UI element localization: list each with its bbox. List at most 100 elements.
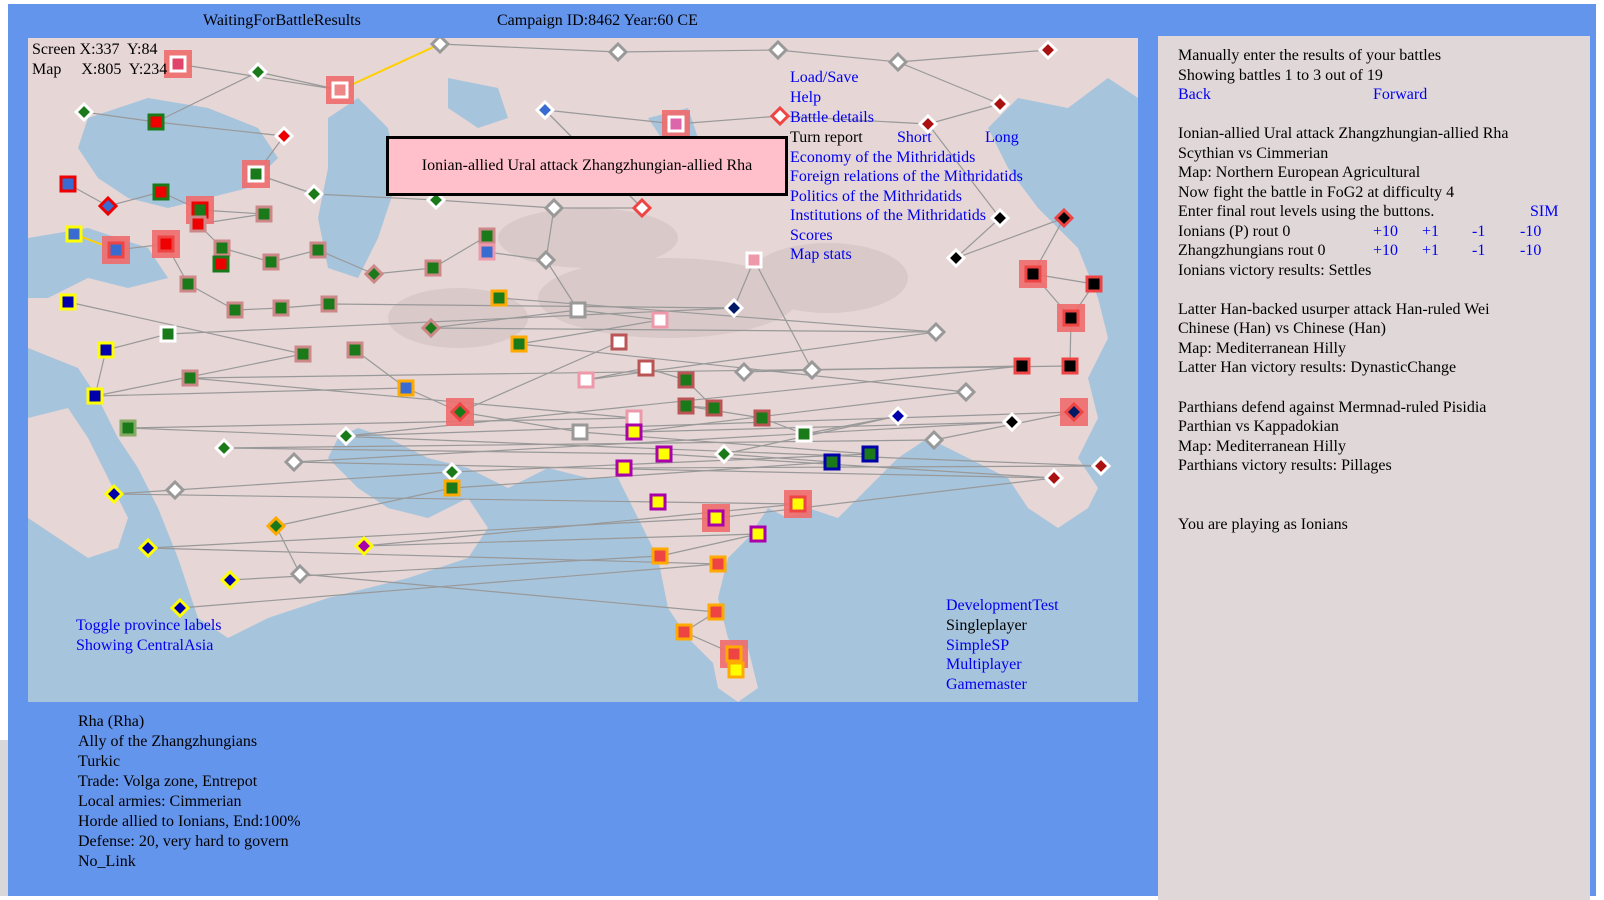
province-marker[interactable]	[577, 371, 595, 389]
province-marker[interactable]	[649, 493, 667, 511]
province-marker[interactable]	[255, 205, 273, 223]
row1-plus1-button[interactable]: +1	[1422, 222, 1439, 242]
province-marker[interactable]	[320, 295, 338, 313]
province-marker[interactable]	[702, 504, 730, 532]
province-marker[interactable]	[615, 459, 633, 477]
province-marker[interactable]	[571, 423, 589, 441]
turn-report-short-link[interactable]: Short	[897, 128, 932, 148]
province-marker[interactable]	[709, 555, 727, 573]
province-marker[interactable]	[1013, 357, 1031, 375]
load-save-link[interactable]: Load/Save	[790, 68, 858, 88]
province-marker[interactable]	[749, 525, 767, 543]
province-marker[interactable]	[226, 301, 244, 319]
sim-button[interactable]: SIM	[1530, 202, 1558, 222]
province-marker[interactable]	[1053, 207, 1075, 229]
province-marker[interactable]	[1060, 398, 1088, 426]
province-marker[interactable]	[795, 425, 813, 443]
province-marker[interactable]	[147, 113, 165, 131]
province-marker[interactable]	[637, 359, 655, 377]
map-view-label[interactable]: Showing CentralAsia	[76, 636, 213, 656]
province-marker[interactable]	[1019, 260, 1047, 288]
foreign-relations-link[interactable]: Foreign relations of the Mithridatids	[790, 167, 1023, 187]
mode-gamemaster-link[interactable]: Gamemaster	[946, 675, 1027, 695]
province-marker[interactable]	[59, 293, 77, 311]
politics-link[interactable]: Politics of the Mithridatids	[790, 187, 962, 207]
province-marker[interactable]	[309, 241, 327, 259]
province-marker[interactable]	[86, 387, 104, 405]
province-marker[interactable]	[727, 661, 745, 679]
province-marker[interactable]	[272, 299, 290, 317]
province-marker[interactable]	[326, 76, 354, 104]
province-marker[interactable]	[179, 275, 197, 293]
map-stats-link[interactable]: Map stats	[790, 245, 852, 265]
province-marker[interactable]	[424, 259, 442, 277]
province-marker[interactable]	[490, 289, 508, 307]
mode-multiplayer-link[interactable]: Multiplayer	[946, 655, 1022, 675]
province-marker[interactable]	[625, 409, 643, 427]
province-marker[interactable]	[707, 603, 725, 621]
province-marker[interactable]	[625, 423, 643, 441]
province-marker[interactable]	[181, 369, 199, 387]
economy-link[interactable]: Economy of the Mithridatids	[790, 148, 975, 168]
row1-minus10-button[interactable]: -10	[1520, 222, 1541, 242]
province-marker[interactable]	[102, 236, 130, 264]
toggle-province-labels-link[interactable]: Toggle province labels	[76, 616, 222, 636]
province-marker[interactable]	[137, 537, 159, 559]
province-marker[interactable]	[478, 243, 496, 261]
province-marker[interactable]	[59, 175, 77, 193]
strategic-map[interactable]: Screen X:337 Y:84 Map X:805 Y:234 Load/S…	[28, 38, 1138, 702]
province-marker[interactable]	[655, 445, 673, 463]
province-marker[interactable]	[569, 301, 587, 319]
province-marker[interactable]	[745, 251, 763, 269]
row2-minus10-button[interactable]: -10	[1520, 241, 1541, 261]
province-marker[interactable]	[861, 445, 879, 463]
mode-development-link[interactable]: DevelopmentTest	[946, 596, 1059, 616]
province-marker[interactable]	[651, 311, 669, 329]
province-marker[interactable]	[119, 419, 137, 437]
province-marker[interactable]	[753, 409, 771, 427]
province-marker[interactable]	[823, 453, 841, 471]
province-marker[interactable]	[441, 461, 463, 483]
row2-plus1-button[interactable]: +1	[1422, 241, 1439, 261]
province-marker[interactable]	[65, 225, 83, 243]
back-link[interactable]: Back	[1178, 85, 1211, 105]
row1-minus1-button[interactable]: -1	[1472, 222, 1485, 242]
province-marker[interactable]	[159, 325, 177, 343]
province-marker[interactable]	[705, 399, 723, 417]
province-marker[interactable]	[262, 253, 280, 271]
province-marker[interactable]	[610, 333, 628, 351]
province-marker[interactable]	[784, 490, 812, 518]
mode-simplesp-link[interactable]: SimpleSP	[946, 636, 1009, 656]
forward-link[interactable]: Forward	[1373, 85, 1427, 105]
help-link[interactable]: Help	[790, 88, 821, 108]
province-marker[interactable]	[164, 50, 192, 78]
row2-minus1-button[interactable]: -1	[1472, 241, 1485, 261]
province-marker[interactable]	[662, 110, 690, 138]
province-marker[interactable]	[346, 341, 364, 359]
province-marker[interactable]	[651, 547, 669, 565]
province-marker[interactable]	[677, 371, 695, 389]
row2-plus10-button[interactable]: +10	[1373, 241, 1398, 261]
province-marker[interactable]	[677, 397, 695, 415]
turn-report-long-link[interactable]: Long	[985, 128, 1019, 148]
province-marker[interactable]	[212, 255, 230, 273]
province-marker[interactable]	[1057, 304, 1085, 332]
province-marker[interactable]	[169, 597, 191, 619]
province-marker[interactable]	[397, 379, 415, 397]
province-marker[interactable]	[1090, 455, 1112, 477]
province-marker[interactable]	[242, 160, 270, 188]
province-marker[interactable]	[1061, 357, 1079, 375]
province-marker[interactable]	[478, 227, 496, 245]
province-marker[interactable]	[446, 398, 474, 426]
province-marker[interactable]	[443, 479, 461, 497]
province-marker[interactable]	[1085, 275, 1103, 293]
scores-link[interactable]: Scores	[790, 226, 833, 246]
province-marker[interactable]	[294, 345, 312, 363]
province-marker[interactable]	[97, 341, 115, 359]
row1-plus10-button[interactable]: +10	[1373, 222, 1398, 242]
institutions-link[interactable]: Institutions of the Mithridatids	[790, 206, 986, 226]
province-marker[interactable]	[213, 239, 231, 257]
province-marker[interactable]	[152, 183, 170, 201]
battle-details-link[interactable]: Battle details	[790, 108, 874, 128]
province-marker[interactable]	[510, 335, 528, 353]
